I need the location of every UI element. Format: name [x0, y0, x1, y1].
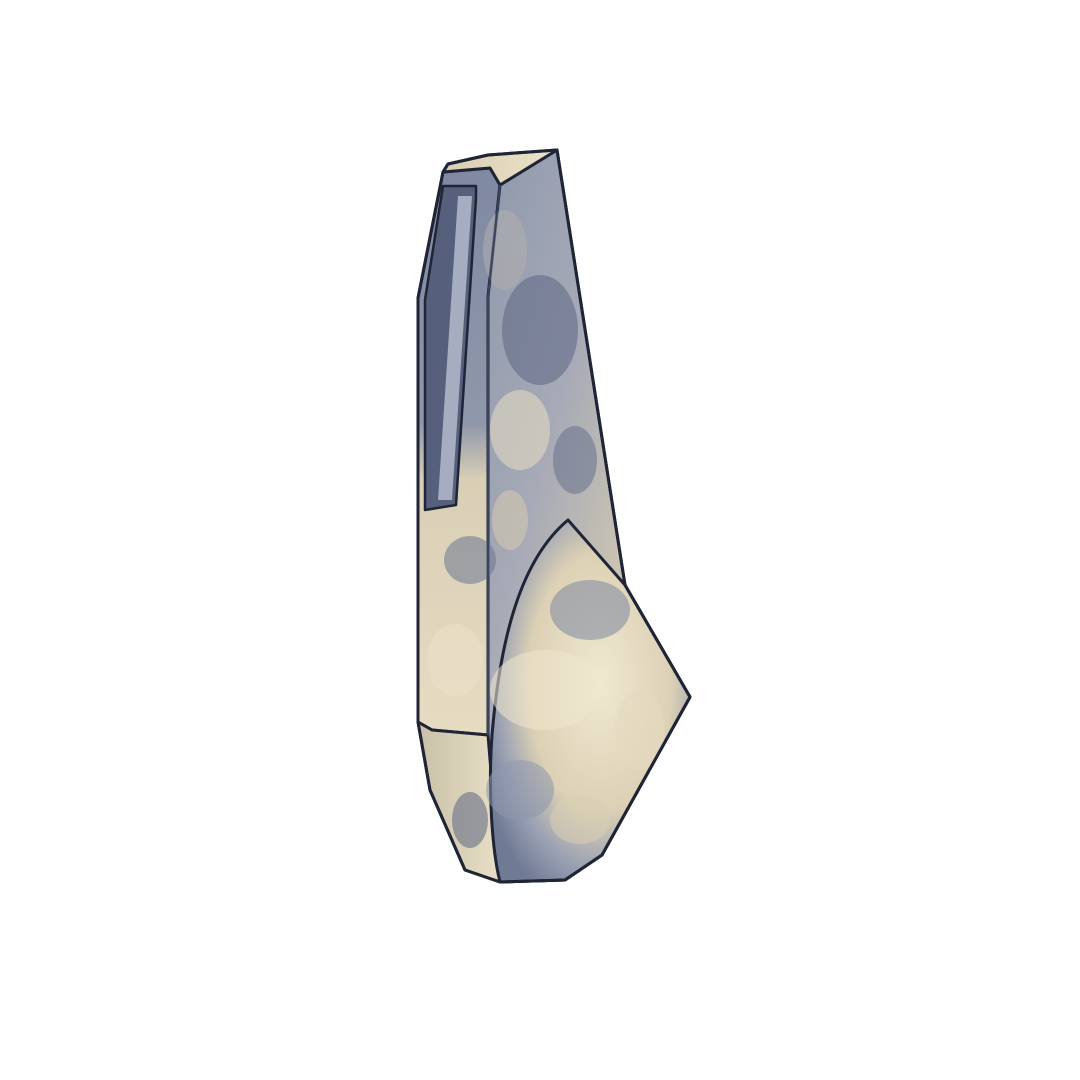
- render-canvas: [416, 148, 692, 884]
